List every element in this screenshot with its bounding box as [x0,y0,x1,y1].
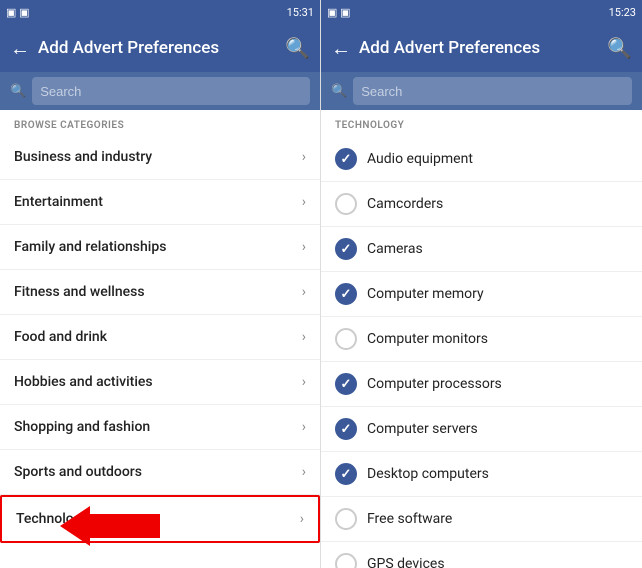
tech-item-camcorders[interactable]: Camcorders [321,182,642,227]
check-desktop-computers [335,463,357,485]
category-item-entertainment[interactable]: Entertainment › [0,180,320,225]
category-item-fitness[interactable]: Fitness and wellness › [0,270,320,315]
category-label-business: Business and industry [14,149,152,165]
left-back-icon[interactable]: ← [10,36,30,61]
chevron-hobbies: › [302,374,306,390]
left-search-magnifier: 🔍 [10,84,26,99]
left-status-icons: ▣ ▣ [6,6,30,19]
tech-item-audio[interactable]: Audio equipment [321,137,642,182]
right-search-bar: 🔍 [321,72,642,110]
check-free-software [335,508,357,530]
category-item-hobbies[interactable]: Hobbies and activities › [0,360,320,405]
category-item-shopping[interactable]: Shopping and fashion › [0,405,320,450]
tech-label-computer-monitors: Computer monitors [367,331,488,347]
chevron-fitness: › [302,284,306,300]
chevron-shopping: › [302,419,306,435]
tech-item-computer-servers[interactable]: Computer servers [321,407,642,452]
left-section-label: BROWSE CATEGORIES [0,110,320,135]
category-label-sports: Sports and outdoors [14,464,142,480]
tech-item-computer-memory[interactable]: Computer memory [321,272,642,317]
category-item-business[interactable]: Business and industry › [0,135,320,180]
check-computer-processors [335,373,357,395]
right-status-bar: ▣ ▣ 15:23 [321,0,642,24]
right-search-icon[interactable]: 🔍 [607,36,632,60]
tech-item-computer-monitors[interactable]: Computer monitors [321,317,642,362]
chevron-business: › [302,149,306,165]
tech-label-computer-processors: Computer processors [367,376,502,392]
left-status-bar: ▣ ▣ 15:31 [0,0,320,24]
right-page-title: Add Advert Preferences [359,38,599,58]
left-top-bar: ← Add Advert Preferences 🔍 [0,24,320,72]
check-gps-devices [335,553,357,568]
category-label-shopping: Shopping and fashion [14,419,150,435]
right-section-label: TECHNOLOGY [321,110,642,137]
technology-row-wrapper: Technology › [0,495,320,543]
category-label-fitness: Fitness and wellness [14,284,145,300]
category-item-food[interactable]: Food and drink › [0,315,320,360]
chevron-family: › [302,239,306,255]
category-label-technology: Technology [16,511,89,527]
left-status-time: 15:31 [287,6,314,19]
tech-label-camcorders: Camcorders [367,196,443,212]
right-status-time: 15:23 [609,6,636,19]
tech-item-cameras[interactable]: Cameras [321,227,642,272]
right-status-icons: ▣ ▣ [327,6,351,19]
tech-label-computer-memory: Computer memory [367,286,484,302]
check-camcorders [335,193,357,215]
tech-item-gps-devices[interactable]: GPS devices [321,542,642,568]
tech-label-computer-servers: Computer servers [367,421,478,437]
check-audio [335,148,357,170]
left-search-icon[interactable]: 🔍 [285,36,310,60]
tech-label-gps-devices: GPS devices [367,556,445,568]
right-panel: ▣ ▣ 15:23 ← Add Advert Preferences 🔍 🔍 T… [321,0,642,568]
category-label-food: Food and drink [14,329,107,345]
left-page-title: Add Advert Preferences [38,38,277,58]
left-search-bar: 🔍 [0,72,320,110]
tech-item-free-software[interactable]: Free software [321,497,642,542]
right-tech-list: TECHNOLOGY Audio equipment Camcorders Ca… [321,110,642,568]
left-panel: ▣ ▣ 15:31 ← Add Advert Preferences 🔍 🔍 B… [0,0,321,568]
left-category-list: BROWSE CATEGORIES Business and industry … [0,110,320,568]
check-computer-monitors [335,328,357,350]
left-search-input[interactable] [32,77,310,105]
check-computer-memory [335,283,357,305]
tech-label-cameras: Cameras [367,241,423,257]
right-back-icon[interactable]: ← [331,36,351,61]
tech-label-desktop-computers: Desktop computers [367,466,489,482]
category-item-technology[interactable]: Technology › [0,495,320,543]
tech-label-audio: Audio equipment [367,151,473,167]
left-status-left: ▣ ▣ [6,6,30,19]
chevron-technology: › [300,511,304,527]
right-top-bar: ← Add Advert Preferences 🔍 [321,24,642,72]
right-search-magnifier: 🔍 [331,84,347,99]
tech-item-computer-processors[interactable]: Computer processors [321,362,642,407]
chevron-food: › [302,329,306,345]
tech-label-free-software: Free software [367,511,452,527]
left-status-right: 15:31 [287,6,314,19]
chevron-sports: › [302,464,306,480]
right-search-input[interactable] [353,77,632,105]
right-status-right: 15:23 [609,6,636,19]
category-label-family: Family and relationships [14,239,166,255]
category-label-entertainment: Entertainment [14,194,103,210]
chevron-entertainment: › [302,194,306,210]
category-label-hobbies: Hobbies and activities [14,374,153,390]
check-cameras [335,238,357,260]
category-item-family[interactable]: Family and relationships › [0,225,320,270]
right-status-left: ▣ ▣ [327,6,351,19]
category-item-sports[interactable]: Sports and outdoors › [0,450,320,495]
tech-item-desktop-computers[interactable]: Desktop computers [321,452,642,497]
check-computer-servers [335,418,357,440]
